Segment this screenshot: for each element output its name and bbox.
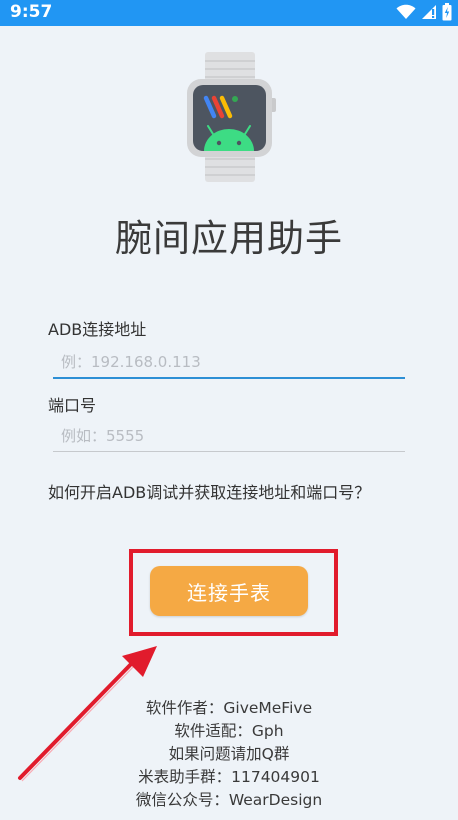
battery-icon	[442, 3, 452, 25]
signal-icon	[421, 4, 437, 24]
credit-group: 米表助手群：117404901	[138, 768, 320, 786]
wifi-icon	[396, 4, 416, 24]
adb-help-link[interactable]: 如何开启ADB调试并获取连接地址和端口号？	[48, 479, 370, 503]
port-input[interactable]	[53, 427, 405, 452]
credit-issue: 如果问题请加Q群	[168, 745, 290, 763]
status-icons	[396, 3, 452, 25]
status-bar: 9:57	[0, 0, 458, 26]
watch-android-icon	[180, 52, 280, 182]
credit-wechat: 微信公众号：WearDesign	[135, 791, 323, 809]
adb-address-label: ADB连接地址	[48, 320, 147, 339]
port-label: 端口号	[48, 396, 97, 415]
app-title: 腕间应用助手	[115, 217, 343, 260]
credit-author: 软件作者：GiveMeFive	[145, 699, 313, 717]
adb-address-input[interactable]	[53, 352, 405, 379]
status-time: 9:57	[10, 2, 53, 22]
credits: 软件作者：GiveMeFive 软件适配：Gph 如果问题请加Q群 米表助手群：…	[0, 697, 458, 812]
credit-adapter: 软件适配：Gph	[174, 722, 284, 740]
connect-watch-button[interactable]: 连接手表	[150, 566, 308, 616]
